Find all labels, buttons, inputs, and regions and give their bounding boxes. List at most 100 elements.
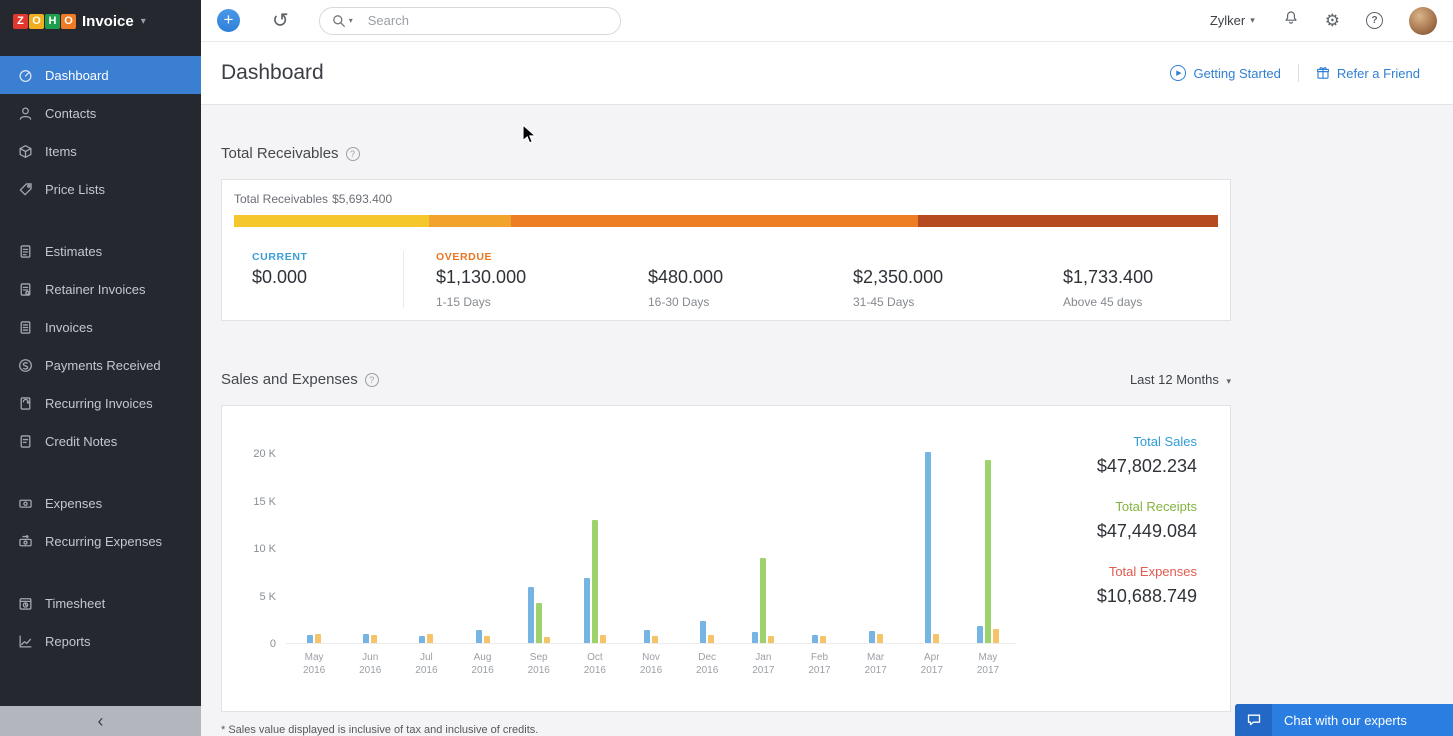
overdue-label: OVERDUE bbox=[436, 251, 648, 264]
price-tag-icon bbox=[18, 182, 33, 197]
recurring-expense-icon bbox=[18, 534, 33, 549]
sidebar-item-items[interactable]: Items bbox=[0, 132, 201, 170]
y-tick-label: 0 bbox=[270, 638, 276, 650]
sidebar-item-label: Credit Notes bbox=[45, 434, 117, 449]
sidebar-item-recurring-invoices[interactable]: Recurring Invoices bbox=[0, 384, 201, 422]
bar-sales bbox=[363, 634, 369, 643]
organization-selector[interactable]: Zylker ▾ bbox=[1210, 13, 1255, 28]
refer-a-friend-link[interactable]: Refer a Friend bbox=[1316, 66, 1420, 81]
chart-bar-group bbox=[286, 454, 342, 643]
bell-icon bbox=[1283, 10, 1299, 31]
bar-sales bbox=[812, 635, 818, 643]
bar-sales bbox=[700, 621, 706, 643]
sidebar-item-expenses[interactable]: Expenses bbox=[0, 484, 201, 522]
receivables-section-head: Total Receivables ? bbox=[221, 145, 1231, 162]
chart-bar-group bbox=[623, 454, 679, 643]
recent-history-button[interactable]: ↺ bbox=[272, 11, 289, 31]
refer-a-friend-label: Refer a Friend bbox=[1337, 66, 1420, 81]
overdue-amount-above-45: $1,733.400 bbox=[1063, 267, 1218, 288]
current-amount: $0.000 bbox=[252, 267, 403, 288]
y-tick-label: 15 K bbox=[253, 496, 276, 508]
org-logo[interactable]: Z O H O Invoice ▾ bbox=[0, 0, 201, 42]
history-icon: ↺ bbox=[272, 10, 289, 32]
play-icon: ▶ bbox=[1170, 65, 1186, 81]
receivables-column-1-15: OVERDUE $1,130.000 1-15 Days bbox=[436, 251, 648, 308]
quick-create-button[interactable]: + bbox=[217, 9, 240, 32]
receivables-bar bbox=[234, 215, 1218, 227]
sidebar-item-label: Timesheet bbox=[45, 596, 105, 611]
sidebar-item-credit-notes[interactable]: Credit Notes bbox=[0, 422, 201, 460]
receivables-columns: CURRENT $0.000 OVERDUE $1,130.000 1-15 D… bbox=[234, 251, 1218, 308]
bar-expenses bbox=[993, 629, 999, 643]
logo-letter: O bbox=[29, 14, 44, 29]
chat-bubble-icon bbox=[1235, 704, 1272, 736]
sidebar-item-timesheet[interactable]: Timesheet bbox=[0, 584, 201, 622]
overdue-range-31-45: 31-45 Days bbox=[853, 295, 1063, 308]
app-window: Z O H O Invoice ▾ Dashboard Contacts Ite… bbox=[0, 0, 1453, 736]
bar-sales bbox=[419, 636, 425, 643]
overdue-amount-16-30: $480.000 bbox=[648, 267, 853, 288]
chart-bar-group bbox=[398, 454, 454, 643]
sales-chart: 05 K10 K15 K20 K May2016Jun2016Jul2016Au… bbox=[246, 454, 1016, 677]
credit-note-icon bbox=[18, 434, 33, 449]
overdue-amount-31-45: $2,350.000 bbox=[853, 267, 1063, 288]
chevron-left-icon: ‹ bbox=[98, 712, 104, 730]
help-icon[interactable]: ? bbox=[346, 147, 360, 161]
sidebar-item-reports[interactable]: Reports bbox=[0, 622, 201, 660]
spacer-label bbox=[648, 251, 853, 264]
sidebar-collapse-button[interactable]: ‹ bbox=[0, 706, 201, 736]
sidebar-item-label: Retainer Invoices bbox=[45, 282, 145, 297]
sidebar-item-price-lists[interactable]: Price Lists bbox=[0, 170, 201, 208]
settings-button[interactable]: ⚙ bbox=[1325, 12, 1340, 29]
overdue-range-above-45: Above 45 days bbox=[1063, 295, 1218, 308]
sidebar-item-payments-received[interactable]: Payments Received bbox=[0, 346, 201, 384]
bar-sales bbox=[869, 631, 875, 643]
date-range-selector[interactable]: Last 12 Months ▾ bbox=[1130, 372, 1231, 387]
sidebar-item-contacts[interactable]: Contacts bbox=[0, 94, 201, 132]
current-sub bbox=[252, 295, 403, 308]
receivables-summary: Total Receivables$5,693.400 bbox=[234, 192, 1218, 206]
bar-receipts bbox=[536, 603, 542, 643]
sidebar-item-recurring-expenses[interactable]: Recurring Expenses bbox=[0, 522, 201, 560]
search-input[interactable] bbox=[319, 7, 621, 35]
chat-label: Chat with our experts bbox=[1284, 713, 1407, 728]
gear-icon: ⚙ bbox=[1325, 12, 1340, 29]
total-receipts-amount: $47,449.084 bbox=[1097, 521, 1197, 542]
sidebar-item-retainer-invoices[interactable]: Retainer Invoices bbox=[0, 270, 201, 308]
x-tick-label: Aug2016 bbox=[454, 651, 510, 677]
notifications-button[interactable] bbox=[1283, 10, 1299, 31]
getting-started-link[interactable]: ▶ Getting Started bbox=[1170, 65, 1280, 81]
overdue-range-1-15: 1-15 Days bbox=[436, 295, 648, 308]
search-filter-chevron-icon[interactable]: ▾ bbox=[349, 16, 353, 25]
chevron-down-icon[interactable]: ▾ bbox=[141, 16, 146, 27]
total-receipts-block: Total Receipts $47,449.084 bbox=[1097, 499, 1197, 542]
chat-with-experts-button[interactable]: Chat with our experts bbox=[1235, 704, 1453, 736]
x-tick-label: Nov2016 bbox=[623, 651, 679, 677]
user-avatar[interactable] bbox=[1409, 7, 1437, 35]
sidebar-item-dashboard[interactable]: Dashboard bbox=[0, 56, 201, 94]
expense-banknote-icon bbox=[18, 496, 33, 511]
sales-footnote: * Sales value displayed is inclusive of … bbox=[221, 724, 1231, 736]
page-header: Dashboard ▶ Getting Started Refer a Frie… bbox=[201, 42, 1453, 105]
bar-expenses bbox=[315, 634, 321, 643]
sidebar-item-estimates[interactable]: Estimates bbox=[0, 232, 201, 270]
sidebar-item-label: Contacts bbox=[45, 106, 96, 121]
total-sales-amount: $47,802.234 bbox=[1097, 456, 1197, 477]
help-icon[interactable]: ? bbox=[365, 373, 379, 387]
sales-heading: Sales and Expenses bbox=[221, 371, 358, 388]
receivables-segment-16-30-days bbox=[429, 215, 512, 227]
x-tick-label: Apr2017 bbox=[904, 651, 960, 677]
total-receipts-label: Total Receipts bbox=[1097, 499, 1197, 514]
bar-expenses bbox=[652, 636, 658, 643]
plus-icon: + bbox=[224, 10, 234, 29]
sidebar-item-label: Recurring Invoices bbox=[45, 396, 153, 411]
sidebar-item-invoices[interactable]: Invoices bbox=[0, 308, 201, 346]
chevron-down-icon: ▾ bbox=[1226, 376, 1231, 386]
sidebar-item-label: Dashboard bbox=[45, 68, 109, 83]
bar-sales bbox=[584, 578, 590, 643]
overdue-amount-1-15: $1,130.000 bbox=[436, 267, 648, 288]
overdue-range-16-30: 16-30 Days bbox=[648, 295, 853, 308]
sidebar-item-label: Recurring Expenses bbox=[45, 534, 162, 549]
help-button[interactable]: ? bbox=[1366, 12, 1383, 29]
estimate-document-icon bbox=[18, 244, 33, 259]
